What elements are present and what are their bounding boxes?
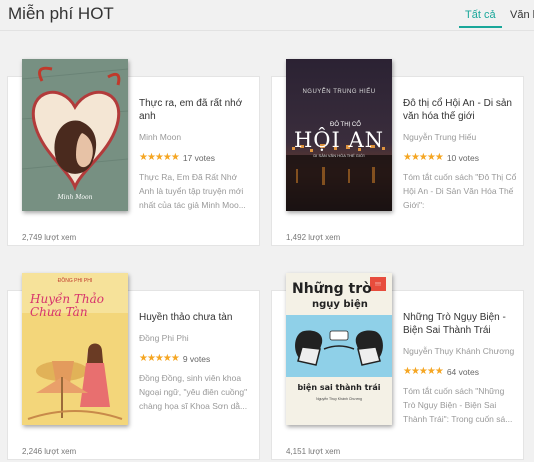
view-count: 1,492 lượt xem bbox=[286, 233, 341, 242]
book-title[interactable]: Đô thị cổ Hội An - Di sản văn hóa thế gi… bbox=[403, 97, 517, 123]
cover-title-line2: ngụy biện bbox=[312, 299, 368, 310]
header-divider bbox=[0, 30, 534, 31]
book-cover[interactable]: NGUYỄN TRUNG HIẾU ĐÔ THỊ CỔ HỘI AN DI SẢ… bbox=[286, 59, 392, 211]
section-header: Miễn phí HOT Tất cả Văn học bbox=[0, 0, 534, 36]
book-title[interactable]: Thực ra, em đã rất nhớ anh bbox=[139, 97, 253, 123]
star-icons: ★★★★★ bbox=[403, 366, 444, 377]
book-rating: ★★★★★ 17 votes bbox=[139, 152, 253, 163]
book-info: Đô thị cổ Hội An - Di sản văn hóa thế gi… bbox=[403, 97, 517, 212]
book-card[interactable]: ĐỒNG PHI PHI Huyền Thảo Chưa Tàn Huyền t… bbox=[7, 273, 260, 460]
book-card[interactable]: Minh Moon Thực ra, em đã rất nhớ anh Min… bbox=[7, 59, 260, 246]
cover-title: Huyền Thảo Chưa Tàn bbox=[30, 292, 105, 319]
book-author[interactable]: Nguyễn Thụy Khánh Chương bbox=[403, 346, 517, 356]
cover-title-main: HỘI AN bbox=[293, 128, 385, 152]
book-author[interactable]: Đồng Phi Phi bbox=[139, 333, 253, 343]
section-title: Miễn phí HOT bbox=[8, 4, 114, 23]
cover-subtitle: biện sai thành trái bbox=[297, 383, 381, 392]
cover-subtitle: DI SẢN VĂN HÓA THẾ GIỚI bbox=[313, 153, 365, 158]
book-description: Đồng Đồng, sinh viên khoa Ngoại ngữ, "yê… bbox=[139, 373, 248, 411]
book-author[interactable]: Nguyễn Trung Hiếu bbox=[403, 132, 517, 142]
tab-literature[interactable]: Văn học bbox=[510, 9, 534, 21]
book-cover[interactable]: Minh Moon bbox=[22, 59, 128, 211]
vote-count: 9 votes bbox=[182, 353, 211, 364]
book-info: Những Trò Ngụy Biện - Biện Sai Thành Trá… bbox=[403, 311, 517, 426]
book-card[interactable]: !!! Những trò ngụy biện biện sai thành t… bbox=[271, 273, 524, 460]
book-rating: ★★★★★ 10 votes bbox=[403, 152, 517, 163]
cover-author: Nguyễn Thụy Khánh Chương bbox=[316, 397, 362, 401]
vote-count: 10 votes bbox=[446, 152, 479, 163]
cover-author: ĐỒNG PHI PHI bbox=[57, 278, 93, 284]
book-card[interactable]: NGUYỄN TRUNG HIẾU ĐÔ THỊ CỔ HỘI AN DI SẢ… bbox=[271, 59, 524, 246]
view-count: 2,749 lượt xem bbox=[22, 233, 77, 242]
svg-text:Minh Moon: Minh Moon bbox=[57, 194, 93, 201]
book-info: Huyền thảo chưa tàn Đồng Phi Phi ★★★★★ 9… bbox=[139, 311, 253, 413]
star-icons: ★★★★★ bbox=[139, 353, 180, 364]
book-description: Tóm tắt cuốn sách "Đô Thị Cổ Hội An - Di… bbox=[403, 172, 517, 210]
cover-author: NGUYỄN TRUNG HIẾU bbox=[302, 89, 376, 95]
book-title[interactable]: Huyền thảo chưa tàn bbox=[139, 311, 253, 324]
book-cover[interactable]: ĐỒNG PHI PHI Huyền Thảo Chưa Tàn bbox=[22, 273, 128, 425]
star-icons: ★★★★★ bbox=[139, 152, 180, 163]
book-rating: ★★★★★ 9 votes bbox=[139, 353, 253, 364]
svg-text:!!!: !!! bbox=[375, 282, 381, 288]
book-description: Thực Ra, Em Đã Rất Nhớ Anh là tuyển tập … bbox=[139, 172, 246, 210]
book-title[interactable]: Những Trò Ngụy Biện - Biện Sai Thành Trá… bbox=[403, 311, 517, 337]
star-icons: ★★★★★ bbox=[403, 152, 444, 163]
book-cover[interactable]: !!! Những trò ngụy biện biện sai thành t… bbox=[286, 273, 392, 425]
book-info: Thực ra, em đã rất nhớ anh Minh Moon ★★★… bbox=[139, 97, 253, 212]
view-count: 4,151 lượt xem bbox=[286, 447, 341, 456]
vote-count: 64 votes bbox=[446, 366, 479, 377]
vote-count: 17 votes bbox=[182, 152, 215, 163]
book-author[interactable]: Minh Moon bbox=[139, 132, 253, 142]
book-description: Tóm tắt cuốn sách "Những Trò Ngụy Biện -… bbox=[403, 386, 513, 424]
book-rating: ★★★★★ 64 votes bbox=[403, 366, 517, 377]
tab-all[interactable]: Tất cả bbox=[459, 9, 502, 28]
cover-title-line1: Những trò bbox=[292, 281, 372, 297]
view-count: 2,246 lượt xem bbox=[22, 447, 77, 456]
